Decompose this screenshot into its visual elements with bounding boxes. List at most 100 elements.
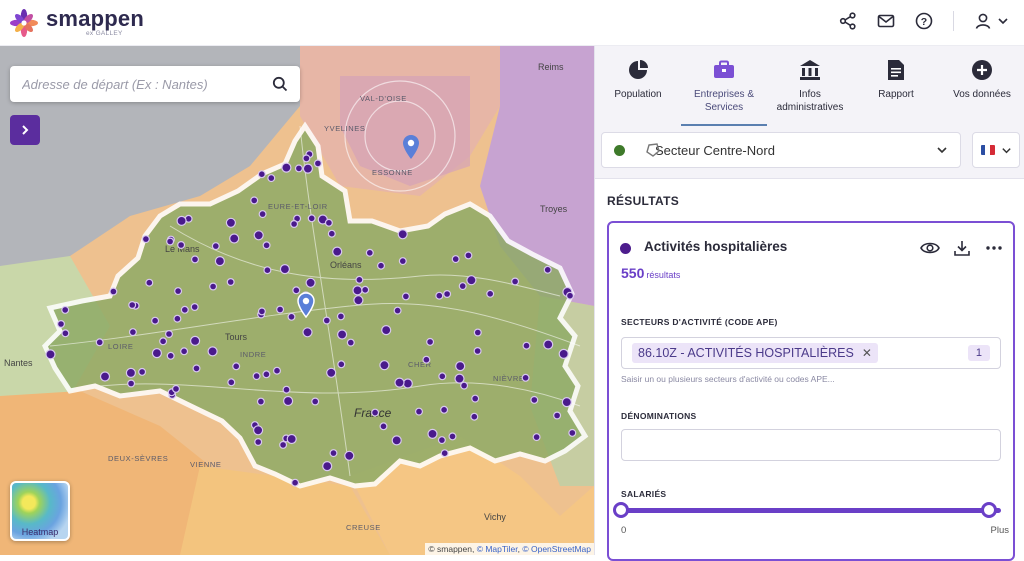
establishment-marker[interactable] [441, 450, 448, 457]
establishment-marker[interactable] [287, 435, 296, 444]
sector-dropdown[interactable]: Secteur Centre-Nord [601, 132, 961, 168]
establishment-marker[interactable] [192, 256, 199, 263]
establishment-marker[interactable] [398, 230, 407, 239]
establishment-marker[interactable] [277, 306, 284, 313]
establishment-marker[interactable] [152, 349, 161, 358]
eye-icon[interactable] [919, 237, 941, 259]
more-options-icon[interactable] [983, 237, 1005, 259]
establishment-marker[interactable] [472, 395, 479, 402]
location-pin-icon[interactable] [402, 134, 420, 160]
denominations-input[interactable] [621, 429, 1001, 461]
establishment-marker[interactable] [569, 430, 576, 437]
country-dropdown[interactable] [972, 132, 1020, 168]
establishment-marker[interactable] [288, 313, 295, 320]
establishment-marker[interactable] [403, 379, 412, 388]
establishment-marker[interactable] [327, 368, 336, 377]
establishment-marker[interactable] [323, 462, 332, 471]
establishment-marker[interactable] [291, 221, 298, 228]
establishment-marker[interactable] [258, 171, 265, 178]
establishment-marker[interactable] [62, 330, 69, 337]
tab-entreprises[interactable]: Entreprises & Services [681, 46, 767, 126]
establishment-marker[interactable] [544, 266, 551, 273]
start-pin-icon[interactable] [297, 292, 315, 318]
establishment-marker[interactable] [423, 356, 430, 363]
establishment-marker[interactable] [226, 218, 235, 227]
establishment-marker[interactable] [227, 279, 234, 286]
share-icon[interactable] [837, 10, 859, 32]
establishment-marker[interactable] [471, 413, 478, 420]
establishment-marker[interactable] [128, 380, 135, 387]
establishment-marker[interactable] [230, 234, 239, 243]
establishment-marker[interactable] [353, 286, 362, 295]
search-icon[interactable] [272, 76, 288, 92]
establishment-marker[interactable] [330, 450, 337, 457]
establishment-marker[interactable] [444, 291, 451, 298]
tab-infos-administratives[interactable]: Infos administratives [767, 46, 853, 126]
establishment-marker[interactable] [378, 262, 385, 269]
establishment-marker[interactable] [354, 296, 363, 305]
establishment-marker[interactable] [567, 292, 574, 299]
establishment-marker[interactable] [380, 361, 389, 370]
establishment-marker[interactable] [62, 307, 69, 314]
establishment-marker[interactable] [210, 283, 217, 290]
establishment-marker[interactable] [166, 331, 173, 338]
establishment-marker[interactable] [174, 315, 181, 322]
establishment-marker[interactable] [416, 408, 423, 415]
establishment-marker[interactable] [303, 155, 310, 162]
establishment-marker[interactable] [523, 342, 530, 349]
establishment-marker[interactable] [263, 371, 270, 378]
establishment-marker[interactable] [178, 242, 185, 249]
establishment-marker[interactable] [208, 347, 217, 356]
establishment-marker[interactable] [268, 175, 275, 182]
establishment-marker[interactable] [465, 252, 472, 259]
establishment-marker[interactable] [146, 279, 153, 286]
establishment-marker[interactable] [362, 286, 369, 293]
establishment-marker[interactable] [512, 278, 519, 285]
establishment-marker[interactable] [427, 339, 434, 346]
establishment-marker[interactable] [280, 442, 287, 449]
establishment-marker[interactable] [191, 336, 200, 345]
establishment-marker[interactable] [559, 349, 568, 358]
establishment-marker[interactable] [436, 292, 443, 299]
establishment-marker[interactable] [441, 406, 448, 413]
establishment-marker[interactable] [296, 165, 303, 172]
establishment-marker[interactable] [372, 409, 379, 416]
establishment-marker[interactable] [456, 362, 465, 371]
establishment-marker[interactable] [531, 397, 538, 404]
establishment-marker[interactable] [110, 288, 117, 295]
establishment-marker[interactable] [366, 249, 373, 256]
establishment-marker[interactable] [258, 398, 265, 405]
establishment-marker[interactable] [428, 429, 437, 438]
establishment-marker[interactable] [264, 267, 271, 274]
address-search-input[interactable] [22, 77, 272, 92]
establishment-marker[interactable] [177, 216, 186, 225]
heatmap-toggle[interactable]: Heatmap [10, 481, 70, 541]
establishment-marker[interactable] [254, 231, 263, 240]
establishment-marker[interactable] [533, 434, 540, 441]
salaries-slider-max-handle[interactable] [981, 502, 997, 518]
establishment-marker[interactable] [280, 265, 289, 274]
establishment-marker[interactable] [274, 367, 281, 374]
establishment-marker[interactable] [212, 243, 219, 250]
establishment-marker[interactable] [255, 439, 262, 446]
establishment-marker[interactable] [312, 398, 319, 405]
establishment-marker[interactable] [467, 276, 476, 285]
establishment-marker[interactable] [347, 339, 354, 346]
establishment-marker[interactable] [345, 451, 354, 460]
establishment-marker[interactable] [399, 258, 406, 265]
establishment-marker[interactable] [338, 330, 347, 339]
establishment-marker[interactable] [474, 348, 481, 355]
logo[interactable]: smappen ex GALLEY [10, 8, 144, 38]
establishment-marker[interactable] [233, 363, 240, 370]
establishment-marker[interactable] [338, 313, 345, 320]
establishment-marker[interactable] [449, 433, 456, 440]
mail-icon[interactable] [875, 10, 897, 32]
establishment-marker[interactable] [129, 302, 136, 309]
establishment-marker[interactable] [326, 219, 333, 226]
establishment-marker[interactable] [487, 290, 494, 297]
establishment-marker[interactable] [215, 257, 224, 266]
tab-rapport[interactable]: Rapport [853, 46, 939, 126]
remove-chip-icon[interactable]: ✕ [862, 346, 872, 360]
establishment-marker[interactable] [303, 328, 312, 337]
maptiler-link[interactable]: © MapTiler [477, 544, 518, 554]
